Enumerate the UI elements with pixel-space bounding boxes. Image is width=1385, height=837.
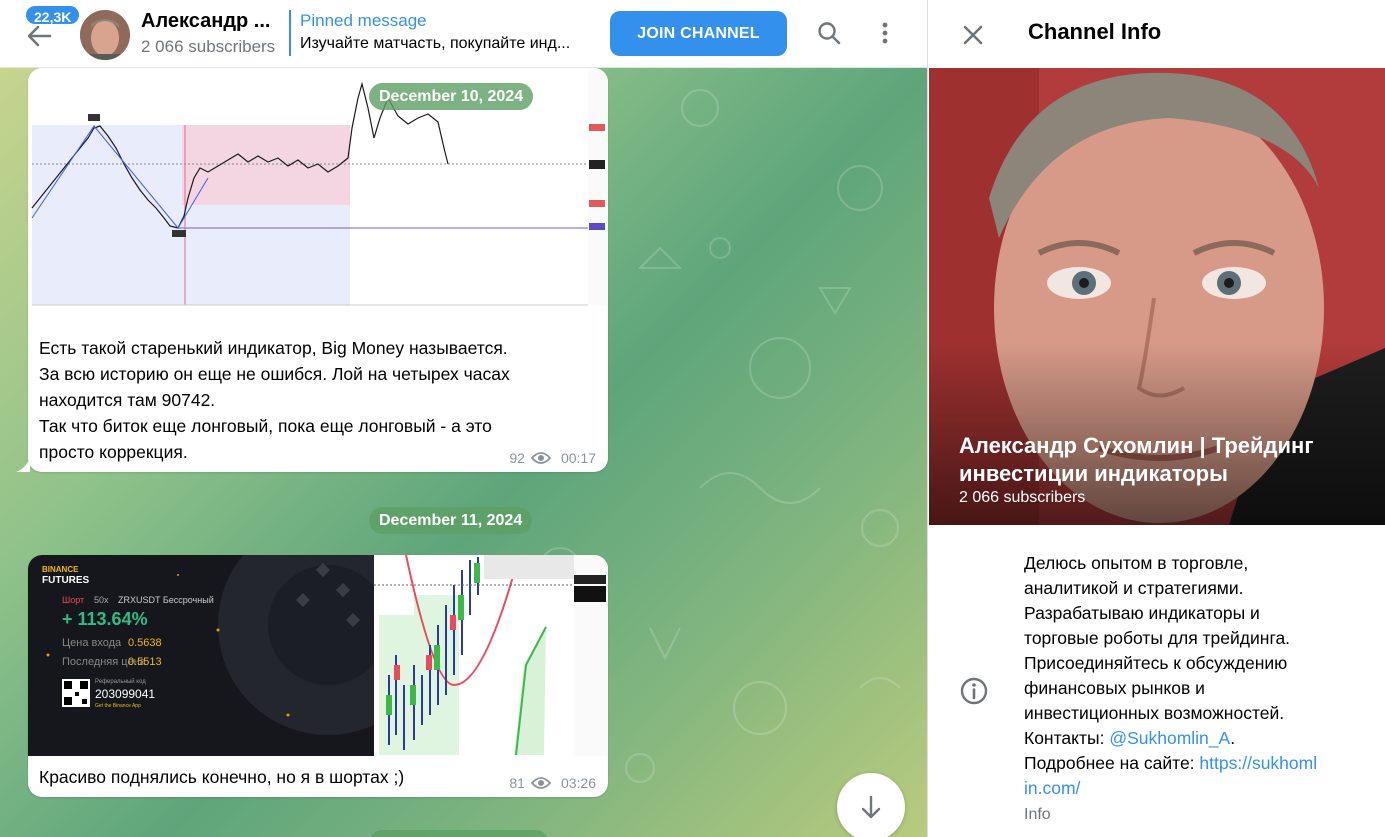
channel-info-pane: Channel Info Александр Сухомлин | Трейди… bbox=[927, 0, 1385, 837]
unread-badge: 22,3K bbox=[24, 4, 82, 26]
message-bubble[interactable]: Есть такой старенький индикатор, Big Mon… bbox=[28, 68, 608, 472]
message-line: находится там 90742. bbox=[39, 390, 216, 410]
description-line: торговые роботы для трейдинга. bbox=[1024, 628, 1291, 648]
card-brand: BINANCE bbox=[42, 565, 79, 574]
message-time: 03:26 bbox=[560, 775, 596, 791]
more-vertical-icon bbox=[882, 22, 888, 44]
date-separator: December 11, 2024 bbox=[369, 507, 533, 534]
message-meta: 92 00:17 bbox=[509, 450, 596, 466]
eye-icon bbox=[530, 777, 551, 789]
info-title: Channel Info bbox=[1028, 19, 1162, 44]
message-text: Есть такой старенький индикатор, Big Mon… bbox=[39, 335, 510, 465]
message-line: За всю историю он еще не ошибся. Лой на … bbox=[39, 364, 510, 384]
entry-price-value: 0.5638 bbox=[128, 637, 162, 649]
view-count: 92 bbox=[509, 450, 525, 466]
info-section-label: Info bbox=[1024, 806, 1051, 823]
pinned-label: Pinned message bbox=[300, 11, 427, 30]
pinned-message[interactable]: Pinned message Изучайте матчасть, покупа… bbox=[289, 10, 599, 56]
chat-header: 22,3K Александр ... 2 066 subscribers Pi… bbox=[0, 0, 927, 68]
channel-photo[interactable]: Александр Сухомлин | Трейдинг инвестиции… bbox=[929, 68, 1385, 525]
qr-code-icon bbox=[62, 679, 90, 707]
description-line: аналитикой и стратегиями. bbox=[1024, 578, 1244, 598]
scroll-down-button[interactable] bbox=[837, 773, 905, 837]
binance-pnl-card[interactable]: BINANCE FUTURES Шорт 50x ZRXUSDT Бессроч… bbox=[28, 555, 374, 756]
card-pnl: + 113.64% bbox=[62, 609, 148, 629]
site-label: Подробнее на сайте: bbox=[1024, 753, 1200, 773]
channel-full-name: Александр Сухомлин | Трейдинг инвестиции… bbox=[959, 433, 1314, 486]
avatar-photo bbox=[80, 10, 130, 60]
date-separator-partial bbox=[369, 830, 549, 837]
contacts-line: Контакты: @Sukhomlin_A. bbox=[1024, 726, 1374, 751]
description-line: Присоединяйтесь к обсуждению bbox=[1024, 653, 1288, 673]
candlestick-chart-image[interactable] bbox=[374, 555, 608, 756]
close-button[interactable] bbox=[956, 18, 990, 52]
site-link[interactable]: https://sukhoml bbox=[1199, 753, 1317, 773]
contacts-handle-link[interactable]: @Sukhomlin_A bbox=[1109, 728, 1230, 748]
contacts-suffix: . bbox=[1230, 728, 1236, 748]
message-time: 00:17 bbox=[560, 450, 596, 466]
description-line: Делюсь опытом в торговле, bbox=[1024, 553, 1249, 573]
channel-subscribers-count: 2 066 subscribers bbox=[959, 489, 1086, 506]
message-text: Красиво поднялись конечно, но я в шортах… bbox=[39, 767, 405, 787]
eye-icon bbox=[530, 452, 551, 464]
search-button[interactable] bbox=[812, 16, 846, 50]
last-price-value: 0.5513 bbox=[128, 656, 162, 668]
message-line: Есть такой старенький индикатор, Big Mon… bbox=[39, 338, 508, 358]
channel-avatar[interactable] bbox=[80, 10, 130, 60]
chat-pane: 22,3K Александр ... 2 066 subscribers Pi… bbox=[0, 0, 927, 837]
channel-title[interactable]: Александр ... bbox=[141, 10, 270, 33]
card-side: Шорт bbox=[62, 595, 85, 605]
info-circle-icon bbox=[960, 677, 988, 705]
info-icon bbox=[958, 675, 990, 707]
info-header: Channel Info bbox=[928, 0, 1385, 68]
ref-code-label: Реферальный код bbox=[95, 679, 146, 685]
view-count: 81 bbox=[509, 775, 525, 791]
join-channel-button[interactable]: JOIN CHANNEL bbox=[610, 11, 787, 56]
message-bubble[interactable]: BINANCE FUTURES Шорт 50x ZRXUSDT Бессроч… bbox=[28, 555, 608, 797]
description-line: Разрабатываю индикаторы и bbox=[1024, 603, 1260, 623]
search-icon bbox=[818, 22, 841, 45]
site-link-continued[interactable]: in.com/ bbox=[1024, 776, 1374, 801]
card-product: FUTURES bbox=[42, 575, 90, 586]
message-line: просто коррекция. bbox=[39, 442, 188, 462]
channel-subscribers: 2 066 subscribers bbox=[141, 37, 276, 56]
ref-code: 203099041 bbox=[95, 687, 156, 701]
contacts-label: Контакты: bbox=[1024, 728, 1110, 748]
message-line: Так что биток еще лонговый, пока еще лон… bbox=[39, 416, 492, 436]
channel-description: Делюсь опытом в торговле, аналитикой и с… bbox=[1024, 551, 1374, 801]
bubble-tail bbox=[16, 458, 30, 472]
card-pair: ZRXUSDT Бессрочный bbox=[118, 595, 214, 605]
more-button[interactable] bbox=[868, 16, 902, 50]
date-separator: December 10, 2024 bbox=[369, 83, 534, 110]
pinned-text: Изучайте матчасть, покупайте инд... bbox=[300, 35, 571, 52]
app-note: Get the Binance App bbox=[95, 703, 141, 709]
site-line: Подробнее на сайте: https://sukhoml bbox=[1024, 751, 1374, 776]
arrow-down-icon bbox=[861, 795, 881, 819]
message-meta: 81 03:26 bbox=[509, 775, 596, 791]
card-leverage: 50x bbox=[94, 595, 109, 605]
description-line: финансовых рынков и bbox=[1024, 678, 1205, 698]
entry-price-label: Цена входа bbox=[62, 637, 122, 649]
description-line: инвестиционных возможностей. bbox=[1024, 703, 1285, 723]
close-icon bbox=[963, 25, 983, 45]
